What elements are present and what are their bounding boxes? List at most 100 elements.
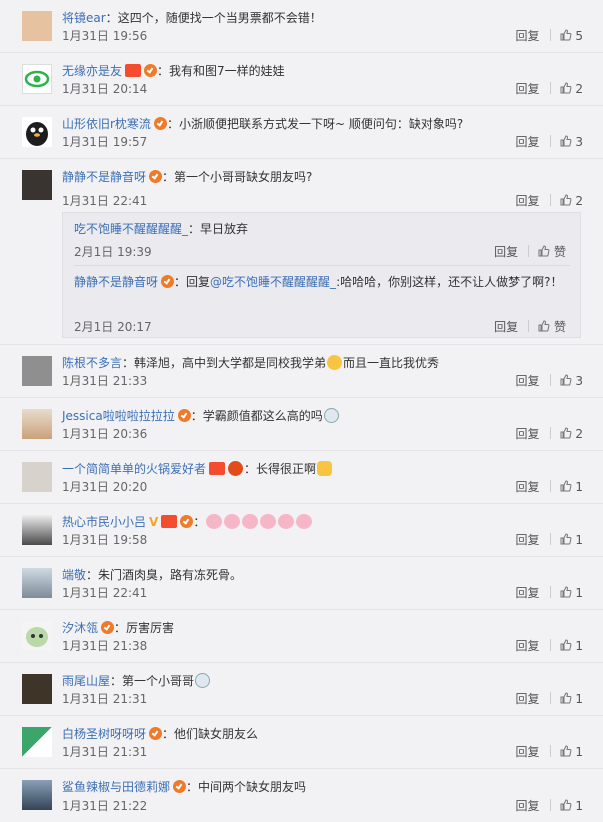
like-button[interactable]: 1 [560,480,583,494]
eye-logo-icon [24,70,50,88]
verified-badge-icon [144,64,158,77]
mention-link[interactable]: @吃不饱睡不醒醒醒醒_ [210,275,336,289]
sub-reply-time: 2月1日 19:39 [74,245,152,259]
avatar[interactable] [22,409,52,439]
comment-meta: 1月31日 20:36 回复 2 [62,425,583,443]
username-link[interactable]: 吃不饱睡不醒醒醒醒_ [74,222,188,236]
username-link[interactable]: 雨尾山屋 [62,674,110,688]
username-link[interactable]: 端敬 [62,568,86,582]
comment-text: 长得很正啊 [256,462,317,476]
username-link[interactable]: 无缘亦是友 [62,64,122,78]
like-button[interactable]: 2 [560,194,583,208]
avatar[interactable] [22,64,52,94]
username-link[interactable]: 陈根不多言 [62,356,122,370]
reply-button[interactable]: 回复 [516,692,540,706]
username-link[interactable]: 白杨圣树呀呀呀 [62,727,146,741]
comment-text: 学霸颜值都这么高的吗 [202,409,323,423]
thumbs-up-icon [560,135,571,147]
reply-button[interactable]: 回复 [494,320,518,334]
comment-item: 无缘亦是友 ：我有和图7一样的娃娃 1月31日 20:14 回复 2 [0,53,603,106]
reply-button[interactable]: 回复 [516,29,540,43]
reply-button[interactable]: 回复 [516,799,540,813]
reply-button[interactable]: 回复 [516,586,540,600]
avatar[interactable] [22,462,52,492]
like-count: 1 [575,745,583,759]
like-button[interactable]: 赞 [538,320,566,334]
comment-meta: 1月31日 21:38 回复 1 [62,637,583,655]
avatar[interactable] [22,170,52,200]
reply-button[interactable]: 回复 [516,480,540,494]
username-link[interactable]: 鲨鱼辣椒与田德莉娜 [62,780,170,794]
avatar[interactable] [22,780,52,810]
comment-line: 热心市民小小吕 V： [62,512,583,532]
comment-meta: 1月31日 20:14 回复 2 [62,80,583,98]
comment-meta: 1月31日 20:20 回复 1 [62,478,583,496]
like-button[interactable]: 3 [560,135,583,149]
comment-item: 热心市民小小吕 V： 1月31日 19:58 回复 1 [0,504,603,557]
verified-badge-icon [101,621,115,634]
divider [549,586,551,598]
pig-emoji-icon [296,514,313,529]
username-link[interactable]: 静静不是静音呀 [62,170,146,184]
like-button[interactable]: 2 [560,82,583,96]
like-button[interactable]: 1 [560,586,583,600]
divider [549,374,551,386]
comment-time: 1月31日 20:20 [62,480,148,494]
username-link[interactable]: Jessica啦啦啦拉拉拉 [62,409,175,423]
avatar[interactable] [22,674,52,704]
verified-badge-icon [149,727,163,740]
reply-button[interactable]: 回复 [516,745,540,759]
comment-meta: 1月31日 21:22 回复 1 [62,797,583,815]
like-button[interactable]: 2 [560,427,583,441]
divider [549,427,551,439]
divider [549,135,551,147]
comment-actions: 回复 3 [516,133,583,151]
like-button[interactable]: 1 [560,799,583,813]
reply-button[interactable]: 回复 [516,194,540,208]
avatar[interactable] [22,515,52,545]
like-button[interactable]: 赞 [538,245,566,259]
comment-meta: 1月31日 22:41 回复 2 [62,192,583,210]
reply-button[interactable]: 回复 [516,82,540,96]
avatar[interactable] [22,11,52,41]
username-link[interactable]: 山形依旧r枕寒流 [62,117,151,131]
like-button[interactable]: 1 [560,533,583,547]
avatar[interactable] [22,727,52,757]
avatar[interactable] [22,568,52,598]
username-link[interactable]: 热心市民小小吕 [62,515,146,529]
thumbs-up-icon [560,194,571,206]
reply-button[interactable]: 回复 [516,533,540,547]
like-count: 1 [575,639,583,653]
avatar[interactable] [22,117,52,147]
sub-reply-actions: 回复 赞 [494,318,566,335]
like-count: 1 [575,586,583,600]
username-link[interactable]: 一个简简单单的火锅爱好者 [62,462,206,476]
username-link[interactable]: 静静不是静音呀 [74,275,158,289]
pig-emoji-icon [242,514,259,529]
like-button[interactable]: 3 [560,374,583,388]
thumbs-up-icon [560,799,571,811]
avatar[interactable] [22,356,52,386]
reply-button[interactable]: 回复 [516,639,540,653]
like-button[interactable]: 5 [560,29,583,43]
verified-badge-icon [149,170,163,183]
username-link[interactable]: 汐沐瓴 [62,621,98,635]
comment-line: 静静不是静音呀 ：第一个小哥哥缺女朋友吗? [62,170,313,184]
username-link[interactable]: 将镜ear [62,11,106,25]
divider [549,29,551,41]
reply-button[interactable]: 回复 [494,245,518,259]
reply-button[interactable]: 回复 [516,427,540,441]
comment-actions: 回复 1 [516,584,583,602]
vip-badge-icon [161,515,178,528]
reply-prefix: 回复 [186,275,211,289]
avatar[interactable] [22,621,52,651]
like-button[interactable]: 1 [560,639,583,653]
reply-button[interactable]: 回复 [516,374,540,388]
reply-button[interactable]: 回复 [516,135,540,149]
like-button[interactable]: 1 [560,745,583,759]
like-count: 1 [575,480,583,494]
divider [74,265,570,266]
divider [528,245,530,257]
like-button[interactable]: 1 [560,692,583,706]
comment-line: 雨尾山屋：第一个小哥哥 [62,671,583,691]
